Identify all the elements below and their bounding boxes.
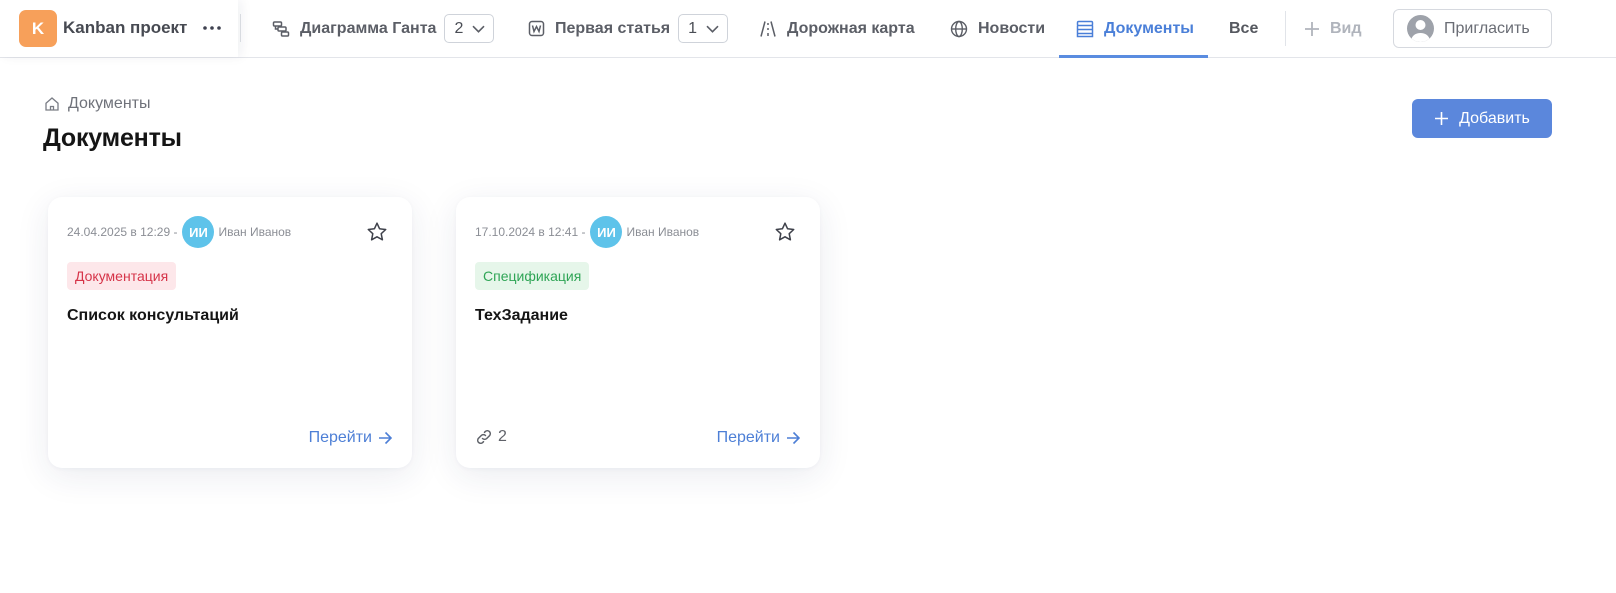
tab-roadmap-label: Дорожная карта <box>787 19 915 37</box>
open-document-link[interactable]: Перейти <box>717 429 800 447</box>
add-document-button[interactable]: Добавить <box>1412 99 1552 138</box>
tab-gantt-label: Диаграмма Ганта <box>300 19 437 37</box>
tab-first-article-label: Первая статья <box>555 19 671 37</box>
author-avatar: ИИ <box>590 216 623 248</box>
open-document-link[interactable]: Перейти <box>309 429 392 447</box>
plus-icon <box>1305 21 1319 36</box>
project-logo: K <box>19 10 57 47</box>
breadcrumb-label: Документы <box>68 95 151 112</box>
tab-first-article[interactable]: Первая статья 1 <box>528 0 729 57</box>
tab-documents-label: Документы <box>1104 19 1194 37</box>
project-name[interactable]: Kanban проект <box>63 18 187 38</box>
card-meta: 17.10.2024 в 12:41 - ИИ Иван Иванов <box>475 216 699 248</box>
project-switcher[interactable]: K Kanban проект <box>0 0 238 57</box>
author-avatar: ИИ <box>182 216 215 248</box>
add-document-label: Добавить <box>1459 109 1530 127</box>
document-tag: Спецификация <box>475 262 590 290</box>
article-count-select[interactable]: 1 <box>678 14 729 43</box>
tab-all[interactable]: Все <box>1229 0 1258 57</box>
link-icon <box>476 429 492 445</box>
article-count-value: 1 <box>688 19 698 37</box>
invite-button[interactable]: Пригласить <box>1393 9 1552 48</box>
arrow-right-icon <box>379 431 392 445</box>
card-date: 24.04.2025 в 12:29 - <box>67 225 178 239</box>
more-icon[interactable] <box>201 18 223 38</box>
add-view-button[interactable]: Вид <box>1304 0 1362 57</box>
card-meta: 24.04.2025 в 12:29 - ИИ Иван Иванов <box>67 216 291 248</box>
linked-items-count[interactable]: 2 <box>475 428 507 446</box>
gantt-count-value: 2 <box>454 19 464 37</box>
card-date: 17.10.2024 в 12:41 - <box>475 225 586 239</box>
stack-icon <box>1076 20 1094 37</box>
open-document-label: Перейти <box>716 429 780 446</box>
arrow-right-icon <box>787 431 800 445</box>
tabs-divider <box>1285 11 1286 46</box>
tab-gantt[interactable]: Диаграмма Ганта 2 <box>272 0 495 57</box>
chevron-down-icon <box>706 25 719 33</box>
tab-news[interactable]: Новости <box>950 0 1045 57</box>
invite-label: Пригласить <box>1444 19 1530 37</box>
add-view-label: Вид <box>1330 19 1362 37</box>
card-author: Иван Иванов <box>218 225 292 239</box>
document-card[interactable]: 24.04.2025 в 12:29 - ИИ Иван Иванов Доку… <box>48 197 412 468</box>
globe-icon <box>950 20 968 37</box>
document-card[interactable]: 17.10.2024 в 12:41 - ИИ Иван Иванов Спец… <box>456 197 820 468</box>
home-icon <box>45 97 59 111</box>
breadcrumb[interactable]: Документы <box>44 95 150 113</box>
card-author: Иван Иванов <box>626 225 700 239</box>
gantt-count-select[interactable]: 2 <box>444 14 495 43</box>
tab-documents[interactable]: Документы <box>1059 0 1208 58</box>
star-icon[interactable] <box>774 221 796 243</box>
document-title[interactable]: Список консультаций <box>67 307 239 325</box>
chevron-down-icon <box>472 25 485 33</box>
user-avatar-icon <box>1407 15 1434 42</box>
top-navigation-bar: K Kanban проект Диаграмма Ганта 2 Первая… <box>0 0 1616 58</box>
gantt-icon <box>272 20 290 37</box>
open-document-label: Перейти <box>308 429 372 446</box>
document-title[interactable]: ТехЗадание <box>475 307 568 325</box>
plus-icon <box>1435 112 1449 125</box>
road-icon <box>760 20 776 37</box>
star-icon[interactable] <box>366 221 388 243</box>
tab-news-label: Новости <box>978 19 1046 37</box>
linked-count-value: 2 <box>498 428 507 445</box>
document-tag: Документация <box>67 262 177 290</box>
wiki-icon <box>528 20 545 37</box>
page-title: Документы <box>43 124 182 152</box>
project-divider <box>238 14 241 42</box>
tab-roadmap[interactable]: Дорожная карта <box>759 0 915 57</box>
